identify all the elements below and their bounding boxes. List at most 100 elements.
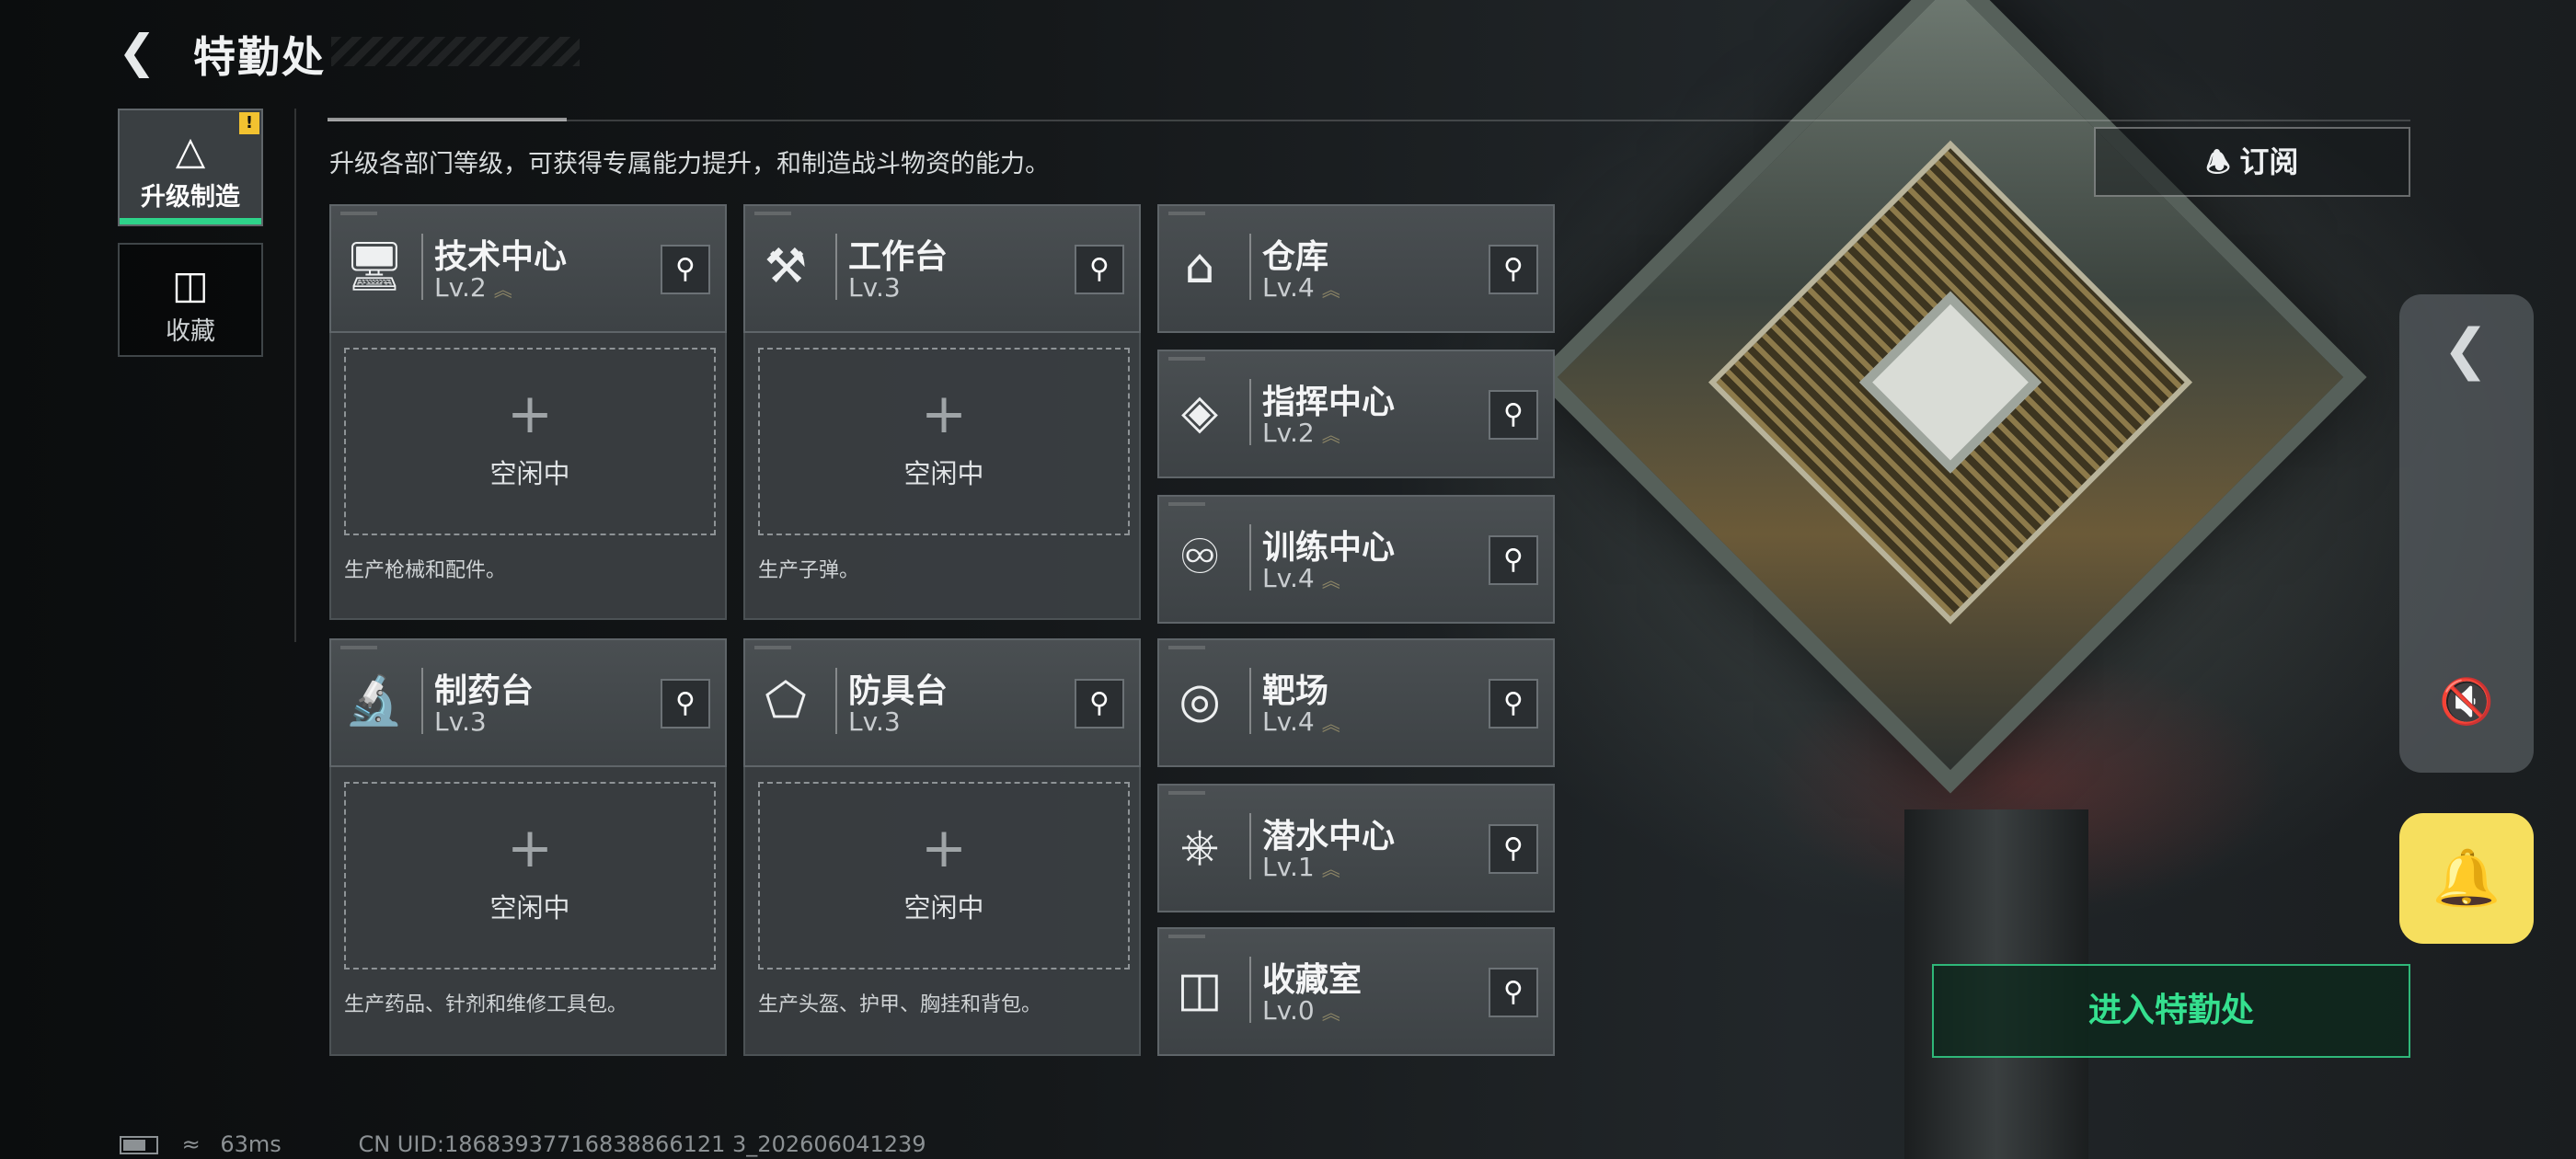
plus-icon: + <box>920 816 968 880</box>
background-cube-core <box>1859 291 2041 474</box>
search-button[interactable]: ⚲ <box>1075 245 1124 294</box>
search-button[interactable]: ⚲ <box>1489 824 1538 874</box>
production-slot-pharmacy[interactable]: + 空闲中 <box>344 782 716 970</box>
hammer-wrench-icon: ⚒ <box>764 239 808 294</box>
card-corner-mark <box>340 212 377 215</box>
card-divider <box>835 234 837 300</box>
slot-status: 空闲中 <box>903 458 984 489</box>
search-button[interactable]: ⚲ <box>661 245 710 294</box>
department-level: Lv.3 <box>434 706 487 737</box>
department-card-diving-center[interactable]: ⎈ 潜水中心 Lv.1 ︽ ⚲ <box>1157 784 1555 912</box>
slot-description: 生产枪械和配件。 <box>344 559 507 582</box>
back-button[interactable]: ❮ <box>118 28 162 75</box>
card-divider <box>1249 379 1251 445</box>
department-name: 工作台 <box>848 238 949 276</box>
search-icon: ⚲ <box>1089 253 1110 285</box>
slot-status: 空闲中 <box>489 458 570 489</box>
diving-mask-icon: ⎈ <box>1180 819 1219 874</box>
search-button[interactable]: ⚲ <box>1489 390 1538 440</box>
production-slot-tech-center[interactable]: + 空闲中 <box>344 348 716 535</box>
search-button[interactable]: ⚲ <box>1489 535 1538 585</box>
search-icon: ⚲ <box>1503 253 1524 285</box>
card-divider <box>1249 234 1251 300</box>
search-button[interactable]: ⚲ <box>661 679 710 729</box>
slot-status: 空闲中 <box>903 892 984 924</box>
card-corner-mark <box>1168 357 1205 361</box>
card-corner-mark <box>1168 935 1205 938</box>
search-icon: ⚲ <box>1503 398 1524 430</box>
mute-button[interactable]: 🔇 <box>2436 671 2497 732</box>
active-tab-indicator <box>120 218 261 224</box>
department-name: 收藏室 <box>1262 961 1363 999</box>
uid-text: CN UID:18683937716838866121 3_2026060412… <box>358 1131 926 1157</box>
upgrade-chevron-icon: ︽ <box>1321 713 1340 735</box>
microscope-icon: 🔬 <box>344 673 404 729</box>
status-bar: ≈ 63ms CN UID:18683937716838866121 3_202… <box>120 1131 926 1157</box>
department-card-shooting-range[interactable]: ◎ 靶场 Lv.4 ︽ ⚲ <box>1157 638 1555 767</box>
department-name: 技术中心 <box>434 238 568 276</box>
subscribe-button[interactable]: 🕭 订阅 <box>2094 127 2410 197</box>
department-card-pharmacy[interactable]: 🔬 制药台 Lv.3 ⚲ <box>329 638 727 767</box>
upgrade-chevron-icon: ︽ <box>1321 279 1340 301</box>
cubes-icon: ⬠ <box>765 673 807 729</box>
department-name: 靶场 <box>1262 672 1329 710</box>
collapse-panel-button[interactable]: ❮ <box>2438 313 2493 386</box>
card-divider <box>421 234 423 300</box>
enter-special-ops-button[interactable]: 进入特勤处 <box>1932 964 2410 1058</box>
department-card-workbench[interactable]: ⚒ 工作台 Lv.3 ⚲ <box>743 204 1141 333</box>
slot-description: 生产药品、针剂和维修工具包。 <box>344 993 628 1016</box>
page-title: 特勤处 <box>193 32 326 82</box>
upgrade-chevron-icon: ︽ <box>1321 1002 1340 1024</box>
slot-description: 生产子弹。 <box>758 559 860 582</box>
search-icon: ⚲ <box>1503 832 1524 865</box>
department-name: 潜水中心 <box>1262 818 1396 855</box>
collection-bin-icon: ◫ <box>1177 962 1223 1017</box>
slot-description: 生产头盔、护甲、胸挂和背包。 <box>758 993 1042 1016</box>
card-corner-mark <box>1168 502 1205 506</box>
production-slot-armor-bench[interactable]: + 空闲中 <box>758 782 1130 970</box>
notification-button[interactable]: 🔔 <box>2399 813 2534 944</box>
tab-label: 升级制造 <box>141 183 240 212</box>
department-level: Lv.4 ︽ <box>1262 706 1340 737</box>
floating-side-panel: ❮ 🔇 <box>2399 294 2534 773</box>
tab-upgrade-manufacture[interactable]: ! △ 升级制造 <box>118 109 263 226</box>
department-card-collection-room[interactable]: ◫ 收藏室 Lv.0 ︽ ⚲ <box>1157 927 1555 1056</box>
tab-collection[interactable]: ◫ 收藏 <box>118 243 263 357</box>
search-button[interactable]: ⚲ <box>1489 245 1538 294</box>
card-corner-mark <box>1168 791 1205 795</box>
ping-text: 63ms <box>220 1131 282 1157</box>
department-card-command-center[interactable]: ◈ 指挥中心 Lv.2 ︽ ⚲ <box>1157 350 1555 478</box>
card-divider <box>421 668 423 734</box>
department-level: Lv.4 ︽ <box>1262 272 1340 303</box>
search-button[interactable]: ⚲ <box>1489 679 1538 729</box>
background-cube-shaft <box>1708 140 2193 625</box>
production-slot-workbench[interactable]: + 空闲中 <box>758 348 1130 535</box>
department-card-armor-bench[interactable]: ⬠ 防具台 Lv.3 ⚲ <box>743 638 1141 767</box>
bell-icon: 🕭 <box>2205 147 2231 179</box>
department-level: Lv.2 ︽ <box>434 272 512 303</box>
page-subtitle: 升级各部门等级，可获得专属能力提升，和制造战斗物资的能力。 <box>329 150 1050 178</box>
wifi-icon: ≈ <box>181 1131 201 1157</box>
bullseye-icon: ◎ <box>1179 673 1221 729</box>
search-button[interactable]: ⚲ <box>1489 968 1538 1017</box>
warehouse-icon: ⌂ <box>1184 239 1215 294</box>
slot-status: 空闲中 <box>489 892 570 924</box>
title-decoration-stripes <box>331 37 580 66</box>
bell-icon: 🔔 <box>2432 846 2501 911</box>
search-button[interactable]: ⚲ <box>1075 679 1124 729</box>
warning-badge: ! <box>239 112 259 134</box>
department-level: Lv.3 <box>848 706 901 737</box>
department-card-warehouse[interactable]: ⌂ 仓库 Lv.4 ︽ ⚲ <box>1157 204 1555 333</box>
chevron-left-icon: ❮ <box>2442 317 2490 382</box>
department-card-training-center[interactable]: ♾ 训练中心 Lv.4 ︽ ⚲ <box>1157 495 1555 624</box>
header-divider <box>328 120 2410 121</box>
department-name: 训练中心 <box>1262 529 1396 567</box>
back-arrow-icon: ❮ <box>118 25 156 78</box>
production-panel-workbench: + 空闲中 生产子弹。 <box>743 333 1141 620</box>
card-corner-mark <box>1168 646 1205 649</box>
upgrade-chevron-icon: ︽ <box>493 279 512 301</box>
department-card-tech-center[interactable]: 🖥 技术中心 Lv.2 ︽ ⚲ <box>329 204 727 333</box>
search-icon: ⚲ <box>1503 687 1524 719</box>
subscribe-label: 订阅 <box>2239 144 2299 179</box>
production-panel-armor-bench: + 空闲中 生产头盔、护甲、胸挂和背包。 <box>743 767 1141 1056</box>
